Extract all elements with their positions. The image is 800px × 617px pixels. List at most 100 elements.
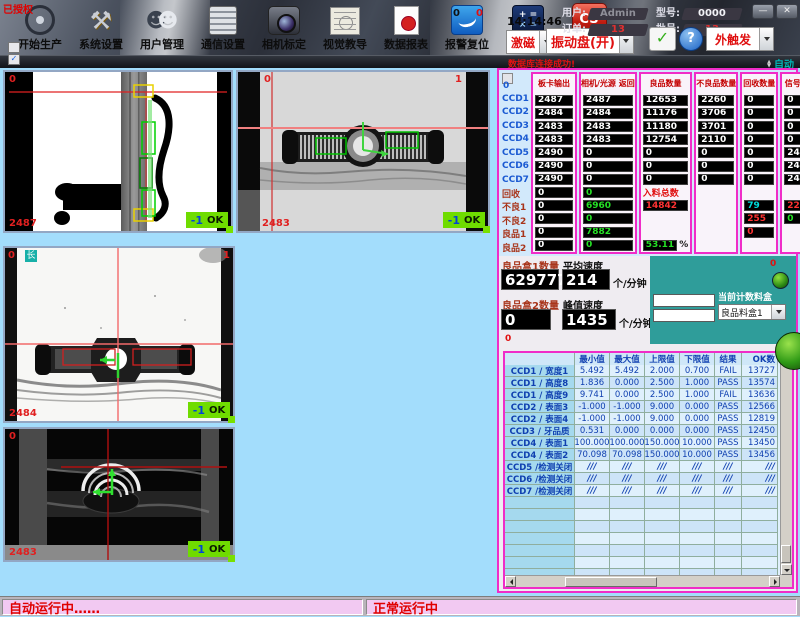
board-cell: 2484 (533, 107, 575, 120)
tray-select-dropdown-icon[interactable] (771, 305, 785, 319)
board-cell: 0 (742, 226, 776, 239)
vertical-scrollbar[interactable] (780, 353, 792, 575)
data-report-button[interactable]: 数据报表 (382, 6, 430, 52)
user-management-button[interactable]: ☻☻ 用户管理 (138, 5, 186, 52)
minimize-button[interactable]: — (752, 4, 774, 19)
board-cell (641, 212, 691, 225)
close-button[interactable]: ✕ (776, 4, 798, 19)
current-tray-label: 当前计数料盒 (718, 290, 772, 303)
system-settings-label: 系统设置 (79, 36, 123, 52)
tray-select-value: 良品料盒1 (719, 305, 771, 319)
toolbar-checkbox-2[interactable]: ✓ (8, 54, 20, 65)
camera-3-resize-grip[interactable] (228, 416, 235, 423)
camera-1-resize-grip[interactable] (226, 226, 233, 233)
board-cell: 11176 (641, 107, 691, 120)
camera-2-resize-grip[interactable] (483, 226, 490, 233)
board-column-3: 不良品数量2260370637012110000 (694, 72, 738, 254)
alarm-reset-label: 报警复位 (445, 36, 489, 52)
camera-view-3[interactable]: 长 0 1 2484 -1 OK (3, 246, 235, 423)
board-cell: 2110 (696, 133, 736, 146)
message-strip: 数据库连接成功! ▲▼ 自动 (0, 55, 800, 68)
board-cell: 226 (782, 199, 800, 212)
board-cell: 0 (533, 186, 575, 199)
board-cell: 0 (533, 239, 575, 252)
model-field[interactable]: 0000 (681, 8, 742, 20)
row-label-CCD7: CCD7 (501, 173, 529, 187)
camera-3-index: 0 (8, 250, 15, 261)
camera-calibration-button[interactable]: 相机标定 (260, 6, 308, 52)
board-cell: 0 (533, 226, 575, 239)
authorized-label: 已授权 (3, 1, 33, 16)
model-value: 0000 (698, 8, 726, 20)
confirm-button[interactable]: ✓ (649, 27, 676, 51)
camera-4-signal-value: 2483 (9, 547, 37, 558)
board-cell: 255 (742, 212, 776, 225)
board-cell: 6960 (581, 199, 635, 212)
measure-row-CCD5--检测关闭: CCD5 /检测关闭////////////////// (505, 461, 780, 473)
estop-count-black: 0 (453, 8, 460, 19)
tray-indicator-count: 0 (770, 259, 776, 269)
order-field[interactable]: 13 (587, 24, 648, 36)
horizontal-scrollbar[interactable] (505, 575, 780, 587)
row-label-良品2: 良品2 (501, 241, 529, 255)
camera-view-4[interactable]: 0 2483 -1 OK (3, 427, 235, 562)
row-label-良品1: 良品1 (501, 227, 529, 241)
vision-teaching-button[interactable]: 视觉教导 (321, 7, 369, 52)
box2-extra-count: 0 (505, 334, 511, 344)
tray-select[interactable]: 良品料盒1 (718, 304, 786, 320)
vision-teaching-icon (330, 7, 360, 35)
row-label-不良2: 不良2 (501, 214, 529, 228)
camera-calibration-label: 相机标定 (262, 36, 306, 52)
toolbar-checkbox-1[interactable] (8, 42, 20, 53)
status-bar: 自动运行中…… 正常运行中 (0, 596, 800, 616)
measure-row-empty (505, 545, 780, 557)
external-trigger-dropdown-icon[interactable] (759, 28, 773, 50)
board-column-header: 回收数量 (742, 74, 776, 94)
external-trigger-select[interactable]: 外触发 (706, 27, 774, 51)
board-cell: 入料总数 (641, 186, 691, 199)
camera-3-image (5, 248, 233, 421)
order-label: 订单: (562, 24, 586, 35)
auto-spinner[interactable]: ▲▼ (767, 60, 771, 68)
system-settings-button[interactable]: ⚒ 系统设置 (77, 5, 125, 52)
board-cell: 0 (533, 199, 575, 212)
measure-row-empty (505, 557, 780, 569)
board-cell (782, 239, 800, 252)
board-cell: 2483 (533, 120, 575, 133)
board-cell (782, 186, 800, 199)
help-button[interactable]: ? (679, 27, 703, 51)
measure-table-header: 最小值最大值上限值下限值结果OK数 (505, 353, 780, 365)
board-cell: 2487 (581, 94, 635, 107)
camera-calibration-icon (268, 6, 300, 35)
user-field[interactable]: Admin (587, 8, 648, 20)
board-cell: 0 (782, 133, 800, 146)
comm-settings-button[interactable]: 通信设置 (199, 5, 247, 52)
tray-input-2[interactable] (653, 309, 715, 322)
camera-3-result-badge: -1 OK (188, 402, 230, 418)
board-cell: 0 (742, 173, 776, 186)
camera-3-signal-value: 2484 (9, 408, 37, 419)
board-cell: 3706 (696, 107, 736, 120)
camera-view-1[interactable]: 0 2487 -1 OK (3, 70, 233, 233)
camera-2-image (238, 72, 488, 231)
camera-3-tool-icon[interactable]: 长 (25, 250, 37, 262)
row-label-CCD2: CCD2 (501, 106, 529, 120)
vertical-scroll-thumb[interactable] (781, 545, 791, 563)
camera-4-resize-grip[interactable] (228, 555, 235, 562)
board-cell: 7882 (581, 226, 635, 239)
camera-1-result-badge: -1 OK (186, 212, 228, 228)
order-row: 订单:13 (562, 20, 647, 36)
board-column-1: 相机/光源 返回248724842483248300006960078820 (579, 72, 637, 254)
data-panel: 0CCD1CCD2CCD3CCD4CCD5CCD6CCD7回收不良1不良2良品1… (497, 68, 798, 593)
tray-input-1[interactable] (653, 294, 715, 307)
board-cell: 53.11% (641, 239, 691, 252)
camera-1-index: 0 (9, 74, 16, 85)
status-right: 正常运行中 (366, 599, 797, 615)
measure-row-CCD4---表面2: CCD4 / 表面270.09870.098150.00010.000PASS1… (505, 449, 780, 461)
external-trigger-label: 外触发 (707, 28, 759, 50)
camera-view-2[interactable]: 0 1 2483 -1 OK (236, 70, 490, 233)
board-cell: 2260 (696, 94, 736, 107)
horizontal-scroll-thumb[interactable] (565, 577, 657, 587)
row-label-CCD4: CCD4 (501, 133, 529, 147)
board-cell (696, 239, 736, 252)
